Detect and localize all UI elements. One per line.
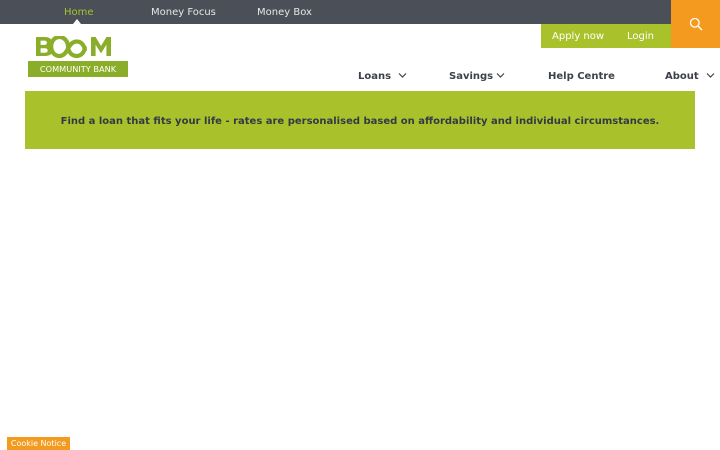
- cookie-notice-button[interactable]: Cookie Notice: [7, 437, 70, 450]
- search-button[interactable]: [671, 0, 720, 48]
- promo-banner: Find a loan that fits your life - rates …: [25, 91, 695, 149]
- nav-about[interactable]: About: [665, 68, 699, 86]
- apply-now-button[interactable]: Apply now: [552, 24, 604, 48]
- account-actions-bar: Apply now Login: [541, 24, 671, 48]
- logo-wordmark: [36, 36, 111, 59]
- nav-help-centre[interactable]: Help Centre: [548, 68, 615, 86]
- chevron-down-icon[interactable]: [398, 72, 407, 79]
- top-nav-money-focus[interactable]: Money Focus: [151, 0, 216, 24]
- nav-savings[interactable]: Savings: [449, 68, 493, 86]
- search-icon: [689, 17, 702, 31]
- top-utility-bar: Home Money Focus Money Box: [0, 0, 720, 24]
- chevron-down-icon[interactable]: [706, 72, 715, 79]
- promo-banner-text: Find a loan that fits your life - rates …: [60, 116, 660, 127]
- boom-community-bank-logo[interactable]: COMMUNITY BANK: [28, 36, 128, 77]
- chevron-down-icon[interactable]: [496, 72, 505, 79]
- active-indicator-caret: [73, 19, 81, 24]
- login-button[interactable]: Login: [627, 24, 654, 48]
- logo-subtitle: COMMUNITY BANK: [28, 61, 128, 77]
- nav-loans[interactable]: Loans: [358, 68, 391, 86]
- top-nav-money-box[interactable]: Money Box: [257, 0, 312, 24]
